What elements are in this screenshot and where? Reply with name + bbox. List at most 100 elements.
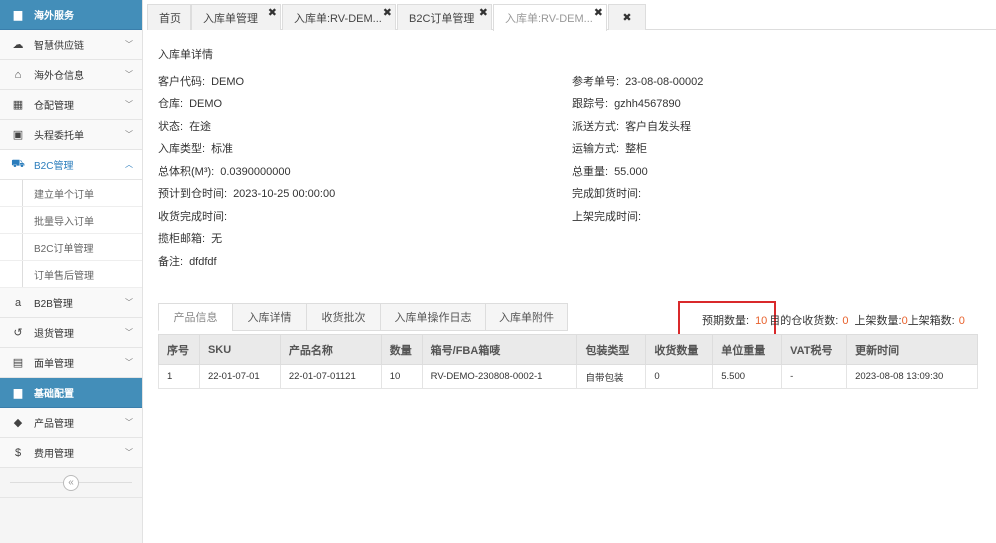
sidebar-item-label: 基础配置	[34, 389, 74, 400]
column-header: 单位重量	[712, 334, 783, 365]
table-cell: 22-01-07-01	[198, 364, 281, 389]
field-label: 收货完成时间:	[158, 211, 228, 223]
page-title: 入库单详情	[158, 49, 213, 61]
info-field: 完成卸货时间:	[572, 185, 647, 201]
subtab-2[interactable]: 入库详情	[232, 303, 307, 331]
table-header-row: 序号 SKU 产品名称 数量 箱号/FBA箱唛 包装类型 收货数量 单位重量 VAT税号 更新时间	[158, 334, 978, 365]
info-field: 运输方式: 整柜	[572, 140, 647, 156]
table-cell: -	[781, 364, 848, 389]
sidebar-section-header[interactable]: ▆ 海外服务	[0, 0, 142, 30]
close-all-tabs-button[interactable]: ✖	[608, 4, 646, 30]
sidebar-collapse-toggle[interactable]: «	[0, 468, 142, 498]
close-icon[interactable]: ✖	[383, 6, 392, 19]
document-icon: ▤	[12, 357, 24, 369]
tab-5[interactable]: 入库单:RV-DEM... ✖	[493, 4, 607, 31]
chevron-down-icon: ﹀	[125, 298, 133, 307]
field-label: 完成卸货时间:	[572, 188, 642, 200]
received-qty-label: 目的仓收货数:	[769, 315, 839, 327]
briefcase-icon: ▣	[12, 129, 24, 141]
sidebar-item-label: 海外仓信息	[34, 71, 84, 82]
sidebar-item-label: 海外服务	[34, 11, 74, 22]
field-label: 客户代码:	[158, 76, 206, 88]
sidebar-item[interactable]: ◆ 产品管理 ﹀	[0, 408, 142, 438]
tab-4[interactable]: B2C订单管理 ✖	[397, 4, 492, 30]
table-row: 1 22-01-07-01 22-01-07-01121 10 RV-DEMO-2308…	[158, 364, 978, 389]
tab-label: 首页	[159, 12, 181, 25]
subtab-5[interactable]: 入库单附件	[485, 303, 568, 331]
chevron-down-icon: ﹀	[125, 328, 133, 337]
sidebar-item-label: 头程委托单	[34, 131, 84, 142]
close-icon[interactable]: ✖	[594, 6, 603, 19]
field-value: 整柜	[625, 143, 648, 155]
column-header: 更新时间	[846, 334, 978, 365]
shelved-boxes-value: 0	[958, 315, 965, 327]
sidebar-item[interactable]: ☁ 智慧供应链 ﹀	[0, 30, 142, 60]
info-field: 客户代码: DEMO	[158, 73, 244, 89]
chevron-down-icon: ﹀	[125, 358, 133, 367]
sidebar-item-label: 退货管理	[34, 329, 74, 340]
subtab-3[interactable]: 收货批次	[306, 303, 381, 331]
info-field: 总体积(M³): 0.0390000000	[158, 163, 291, 179]
sidebar-item-label: 产品管理	[34, 419, 74, 430]
column-header: 序号	[158, 334, 200, 365]
chevron-down-icon: ﹀	[125, 448, 133, 457]
collapse-icon[interactable]: «	[63, 474, 79, 491]
chevron-down-icon: ﹀	[125, 418, 133, 427]
expected-qty-label: 预期数量:	[702, 315, 750, 327]
info-field: 收货完成时间:	[158, 208, 233, 224]
field-label: 总重量:	[572, 166, 609, 178]
close-icon[interactable]: ✖	[479, 6, 488, 19]
table-cell: 2023-08-08 13:09:30	[846, 364, 978, 389]
sidebar-subitem[interactable]: B2C订单管理	[0, 234, 142, 261]
shelved-qty-label: 上架数量:	[854, 315, 902, 327]
sidebar-section-header[interactable]: ▆ 基础配置	[0, 378, 142, 408]
info-field: 仓库: DEMO	[158, 95, 222, 111]
folder-icon: ▆	[13, 387, 23, 399]
tab-3[interactable]: 入库单:RV-DEM... ✖	[282, 4, 396, 30]
sidebar-item[interactable]: ↺ 退货管理 ﹀	[0, 318, 142, 348]
sidebar-subitem[interactable]: 订单售后管理	[0, 261, 142, 288]
expected-qty-value: 10	[755, 315, 768, 327]
home-icon: ⌂	[14, 68, 22, 81]
table-cell: 1	[158, 364, 200, 389]
cloud-icon: ☁	[12, 39, 24, 51]
table-cell: RV-DEMO-230808-0002-1	[421, 364, 578, 389]
field-value: DEMO	[189, 98, 223, 110]
sidebar-item[interactable]: ▣ 头程委托单 ﹀	[0, 120, 142, 150]
sidebar-item[interactable]: $ 费用管理 ﹀	[0, 438, 142, 468]
sidebar-item[interactable]: ▦ 仓配管理 ﹀	[0, 90, 142, 120]
info-field: 总重量: 55.000	[572, 163, 648, 179]
table-cell: 5.500	[712, 364, 783, 389]
product-table: 序号 SKU 产品名称 数量 箱号/FBA箱唛 包装类型 收货数量 单位重量 VAT税号 更新时间…	[158, 334, 978, 389]
return-icon: ↺	[13, 327, 23, 339]
sidebar-item[interactable]: ⛟ B2C管理 ︿	[0, 150, 142, 180]
info-field: 跟踪号: gzhh4567890	[572, 95, 681, 111]
tab-2[interactable]: 入库单管理 ✖	[191, 4, 281, 30]
close-icon[interactable]: ✖	[268, 6, 277, 19]
amazon-icon: a	[14, 296, 22, 309]
tab-bar: 首页 入库单管理 ✖ 入库单:RV-DEM... ✖ B2C订单管理 ✖ 入库单:RV-DEM…	[147, 4, 996, 31]
field-value: 无	[211, 233, 223, 245]
field-label: 入库类型:	[158, 143, 206, 155]
sidebar-subitem[interactable]: 建立单个订单	[0, 180, 142, 207]
chevron-down-icon: ﹀	[125, 130, 133, 139]
sidebar-item[interactable]: a B2B管理 ﹀	[0, 288, 142, 318]
info-field: 预计到仓时间: 2023-10-25 00:00:00	[158, 185, 335, 201]
field-label: 预计到仓时间:	[158, 188, 228, 200]
sidebar-item[interactable]: ▤ 面单管理 ﹀	[0, 348, 142, 378]
info-field: 备注: dfdfdf	[158, 253, 217, 269]
sidebar-item-label: B2B管理	[34, 299, 73, 310]
subtab-1[interactable]: 产品信息	[158, 303, 233, 331]
sidebar-item[interactable]: ⌂ 海外仓信息 ﹀	[0, 60, 142, 90]
column-header: 产品名称	[279, 334, 382, 365]
sidebar-item-label: 面单管理	[34, 359, 74, 370]
info-field: 入库类型: 标准	[158, 140, 233, 156]
sidebar-item-label: 费用管理	[34, 449, 74, 460]
field-label: 揽柜邮箱:	[158, 233, 206, 245]
field-value: gzhh4567890	[614, 98, 681, 110]
tab-1[interactable]: 首页	[147, 4, 191, 30]
cart-icon: ⛟	[11, 157, 25, 170]
sidebar-subitem[interactable]: 批量导入订单	[0, 207, 142, 234]
subtab-4[interactable]: 入库单操作日志	[380, 303, 486, 331]
field-value: 0.0390000000	[220, 166, 291, 178]
